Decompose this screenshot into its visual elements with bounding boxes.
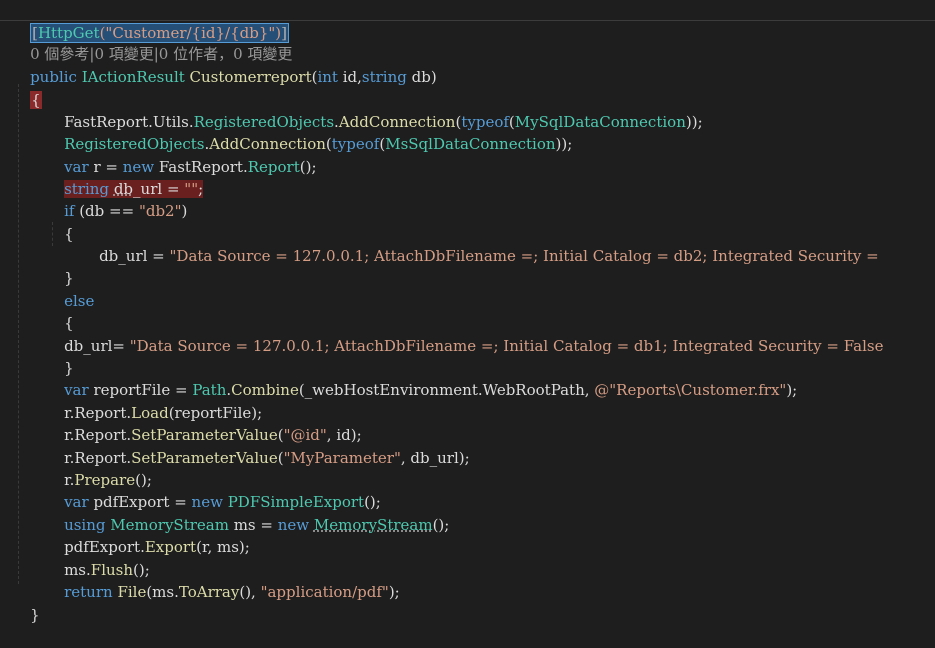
method-signature[interactable]: public IActionResult Customerreport(int …: [11, 44, 437, 86]
code-line[interactable]: RegisteredObjects.AddConnection(typeof(M…: [45, 111, 572, 153]
code-line[interactable]: if (db == "db2"): [45, 178, 187, 220]
code-line[interactable]: r.Report.Load(reportFile);: [45, 380, 262, 422]
code-line[interactable]: var r = new FastReport.Report();: [45, 134, 316, 176]
code-line[interactable]: var reportFile = Path.Combine(_webHostEn…: [45, 357, 797, 399]
code-line[interactable]: using MemoryStream ms = new MemoryStream…: [45, 492, 449, 534]
code-editor[interactable]: [HttpGet("Customer/{id}/{db}")] 0 個參考|0 …: [0, 0, 935, 624]
code-line[interactable]: var pdfExport = new PDFSimpleExport();: [45, 469, 381, 511]
code-line[interactable]: else: [45, 268, 94, 310]
code-line[interactable]: r.Prepare();: [45, 447, 152, 489]
code-line[interactable]: ms.Flush();: [45, 537, 150, 579]
code-line[interactable]: {: [45, 201, 74, 243]
code-line[interactable]: }: [45, 335, 74, 377]
matched-brace-open: {: [30, 91, 42, 109]
code-line[interactable]: db_url = "Data Source = 127.0.0.1; Attac…: [80, 223, 884, 265]
code-line[interactable]: r.Report.SetParameterValue("MyParameter"…: [45, 425, 470, 467]
code-line[interactable]: }: [11, 582, 40, 624]
code-line[interactable]: FastReport.Utils.RegisteredObjects.AddCo…: [45, 89, 703, 131]
code-line[interactable]: pdfExport.Export(r, ms);: [45, 514, 250, 556]
attribute-line[interactable]: [HttpGet("Customer/{id}/{db}")]: [11, 0, 289, 43]
code-line-highlighted[interactable]: string db_url = "";: [45, 156, 204, 198]
code-line[interactable]: {: [45, 290, 74, 332]
code-line[interactable]: {: [11, 67, 42, 109]
code-line[interactable]: db_url= "Data Source = 127.0.0.1; Attach…: [45, 313, 883, 355]
indent-guide: [18, 84, 19, 584]
code-line[interactable]: }: [45, 245, 74, 287]
code-line[interactable]: return File(ms.ToArray(), "application/p…: [45, 559, 400, 601]
matched-brace-close: }: [30, 606, 40, 624]
code-line[interactable]: r.Report.SetParameterValue("@id", id);: [45, 402, 362, 444]
codelens[interactable]: 0 個參考|0 項變更|0 位作者，0 項變更: [11, 21, 292, 63]
